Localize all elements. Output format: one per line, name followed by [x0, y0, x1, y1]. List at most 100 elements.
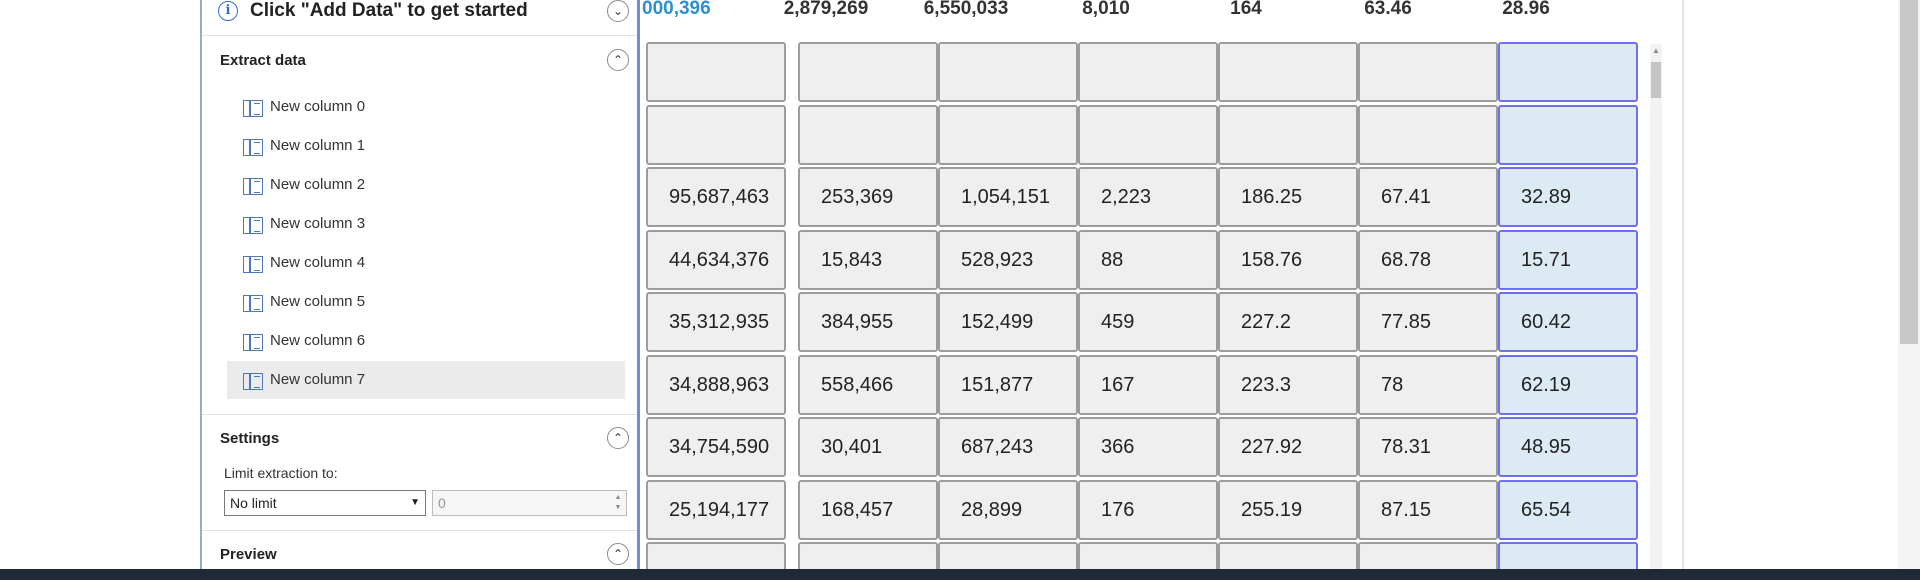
- column-icon: [243, 256, 263, 273]
- table-cell[interactable]: 62.19: [1498, 354, 1638, 415]
- column-item-5[interactable]: New column 5: [227, 283, 625, 321]
- table-cell[interactable]: [798, 104, 938, 165]
- table-cell[interactable]: 151,877: [938, 354, 1078, 415]
- table-cell[interactable]: [1358, 104, 1498, 165]
- table-cell[interactable]: [938, 42, 1078, 102]
- spinner-arrows-icon[interactable]: ▲ ▼: [613, 493, 623, 513]
- table-cell[interactable]: 78: [1358, 354, 1498, 415]
- column-item-label: New column 7: [270, 371, 366, 388]
- table-cell[interactable]: 152,499: [938, 292, 1078, 352]
- chevron-up-icon[interactable]: ⌃: [607, 49, 629, 71]
- table-cell[interactable]: 168,457: [798, 479, 938, 540]
- table-cell[interactable]: 44,634,376: [646, 229, 786, 290]
- table-cell[interactable]: 35,312,935: [646, 292, 786, 352]
- table-cell[interactable]: 176: [1078, 479, 1218, 540]
- column-item-3[interactable]: New column 3: [227, 205, 625, 243]
- table-cell[interactable]: [646, 42, 786, 102]
- table-cell[interactable]: 253,369: [798, 167, 938, 227]
- table-cell[interactable]: 227.2: [1218, 292, 1358, 352]
- column-icon: [243, 139, 263, 156]
- column-item-1[interactable]: New column 1: [227, 127, 625, 165]
- table-cell[interactable]: 558,466: [798, 354, 938, 415]
- column-item-0[interactable]: New column 0: [227, 88, 625, 126]
- extraction-panel: i Click "Add Data" to get started ⌄ Extr…: [200, 0, 640, 569]
- table-cell[interactable]: 68.78: [1358, 229, 1498, 290]
- table-cell[interactable]: 25,194,177: [646, 479, 786, 540]
- column-item-2[interactable]: New column 2: [227, 166, 625, 204]
- column-total-2: 6,550,033: [923, 0, 1009, 19]
- info-banner: i Click "Add Data" to get started ⌄: [202, 0, 637, 36]
- table-cell[interactable]: [646, 104, 786, 165]
- preview-title: Preview: [220, 546, 277, 563]
- table-cell[interactable]: 227.92: [1218, 417, 1358, 477]
- table-cell[interactable]: [938, 104, 1078, 165]
- column-item-4[interactable]: New column 4: [227, 244, 625, 282]
- table-cell[interactable]: 15,843: [798, 229, 938, 290]
- table-cell[interactable]: [1498, 104, 1638, 165]
- table-cell[interactable]: 48.95: [1498, 417, 1638, 477]
- table-cell[interactable]: 30,401: [798, 417, 938, 477]
- limit-count-value: 0: [438, 495, 446, 511]
- table-cell[interactable]: 459: [1078, 292, 1218, 352]
- taskbar: [0, 569, 1920, 580]
- chevron-down-icon[interactable]: ⌄: [607, 0, 629, 22]
- column-item-6[interactable]: New column 6: [227, 322, 625, 360]
- table-cell[interactable]: [1218, 104, 1358, 165]
- table-cell[interactable]: [1078, 42, 1218, 102]
- table-cell[interactable]: 366: [1078, 417, 1218, 477]
- table-cell[interactable]: 2,223: [1078, 167, 1218, 227]
- table-cell[interactable]: [1218, 42, 1358, 102]
- column-item-7[interactable]: New column 7: [227, 361, 625, 399]
- table-cell[interactable]: 87.15: [1358, 479, 1498, 540]
- table-cell[interactable]: 223.3: [1218, 354, 1358, 415]
- info-text: Click "Add Data" to get started: [250, 0, 528, 21]
- column-item-label: New column 0: [270, 98, 366, 115]
- settings-title: Settings: [220, 430, 280, 447]
- table-cell[interactable]: 528,923: [938, 229, 1078, 290]
- column-item-label: New column 2: [270, 176, 366, 193]
- table-cell[interactable]: 167: [1078, 354, 1218, 415]
- table-cell[interactable]: 60.42: [1498, 292, 1638, 352]
- table-cell[interactable]: [1358, 42, 1498, 102]
- limit-select[interactable]: No limit ▼: [224, 490, 426, 516]
- table-cell[interactable]: 1,054,151: [938, 167, 1078, 227]
- data-table: 000,396 2,879,269 6,550,033 8,010 164 63.46 28…: [642, 0, 1680, 580]
- column-total-4: 164: [1230, 0, 1262, 19]
- table-cell[interactable]: 34,754,590: [646, 417, 786, 477]
- column-item-label: New column 5: [270, 293, 366, 310]
- window-scrollbar-thumb[interactable]: [1900, 0, 1918, 344]
- column-item-label: New column 3: [270, 215, 366, 232]
- table-cell[interactable]: 384,955: [798, 292, 938, 352]
- table-scrollbar[interactable]: [1650, 44, 1662, 580]
- table-cell[interactable]: 32.89: [1498, 167, 1638, 227]
- limit-count-input[interactable]: 0 ▲ ▼: [432, 490, 627, 516]
- table-cell[interactable]: 687,243: [938, 417, 1078, 477]
- table-cell[interactable]: 77.85: [1358, 292, 1498, 352]
- column-item-label: New column 4: [270, 254, 366, 271]
- limit-select-value: No limit: [230, 495, 277, 511]
- table-cell[interactable]: 158.76: [1218, 229, 1358, 290]
- table-cell[interactable]: 95,687,463: [646, 167, 786, 227]
- table-cell[interactable]: 65.54: [1498, 479, 1638, 540]
- column-icon: [243, 217, 263, 234]
- table-cell[interactable]: 88: [1078, 229, 1218, 290]
- table-cell[interactable]: 28,899: [938, 479, 1078, 540]
- table-cell[interactable]: 67.41: [1358, 167, 1498, 227]
- screen: 000,396 2,879,269 6,550,033 8,010 164 63.46 28…: [0, 0, 1920, 580]
- table-scrollbar-thumb[interactable]: [1651, 62, 1661, 98]
- info-icon: i: [218, 1, 238, 21]
- column-total-1: 2,879,269: [783, 0, 869, 19]
- column-icon: [243, 373, 263, 390]
- scroll-up-arrow-icon[interactable]: ▲: [1651, 46, 1661, 56]
- table-cell[interactable]: [798, 42, 938, 102]
- table-cell[interactable]: [1078, 104, 1218, 165]
- chevron-up-icon[interactable]: ⌃: [607, 427, 629, 449]
- table-cell[interactable]: 78.31: [1358, 417, 1498, 477]
- table-cell[interactable]: [1498, 42, 1638, 102]
- chevron-up-icon[interactable]: ⌃: [607, 543, 629, 565]
- table-cell[interactable]: 34,888,963: [646, 354, 786, 415]
- table-cell[interactable]: 15.71: [1498, 229, 1638, 290]
- divider: [202, 530, 637, 531]
- table-cell[interactable]: 255.19: [1218, 479, 1358, 540]
- table-cell[interactable]: 186.25: [1218, 167, 1358, 227]
